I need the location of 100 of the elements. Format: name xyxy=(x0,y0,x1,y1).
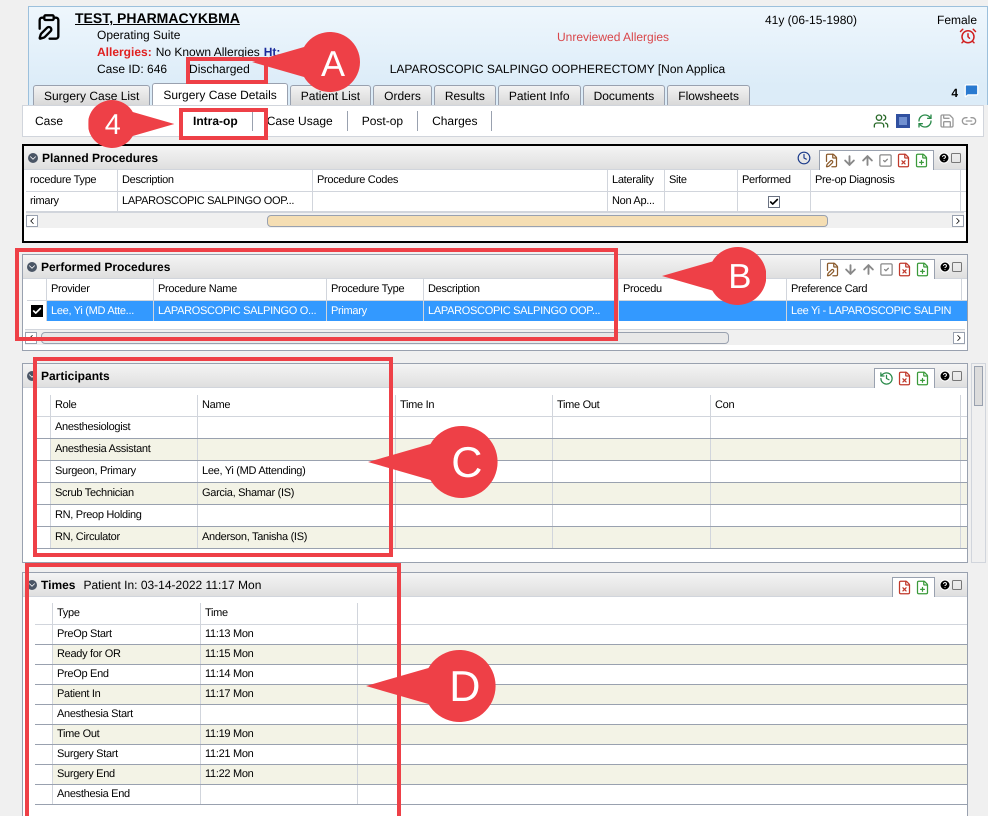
clock-icon[interactable] xyxy=(797,150,811,164)
maximize-icon[interactable] xyxy=(951,578,963,590)
sub-tab[interactable]: Charges xyxy=(418,111,492,131)
table-cell: Anderson, Tanisha (IS) xyxy=(198,527,396,548)
delete-row-icon[interactable] xyxy=(897,262,912,276)
column-header[interactable]: Provider xyxy=(47,279,154,300)
column-header[interactable]: Description xyxy=(424,279,619,300)
maximize-icon[interactable] xyxy=(951,260,963,272)
horizontal-scrollbar[interactable] xyxy=(26,212,964,228)
row-checkbox[interactable] xyxy=(30,305,42,317)
table-cell: PreOp End xyxy=(53,665,201,684)
maximize-icon[interactable] xyxy=(951,370,963,382)
users-icon[interactable] xyxy=(873,113,889,129)
table-cell: LAPAROSCOPIC SALPINGO OOP... xyxy=(118,192,313,211)
alarm-clock-icon[interactable] xyxy=(959,27,977,45)
column-header[interactable]: Name xyxy=(198,395,396,416)
column-header[interactable]: Time xyxy=(201,603,358,624)
tab[interactable]: Surgery Case Details xyxy=(152,83,288,105)
collapse-icon[interactable] xyxy=(28,152,38,162)
sub-tab[interactable]: Case Usage xyxy=(252,111,348,131)
allergy-alert[interactable]: Unreviewed Allergies xyxy=(557,28,670,46)
delete-row-icon[interactable] xyxy=(897,580,912,594)
table-cell-text: Lee Yi - LAPAROSCOPIC SALPIN xyxy=(790,304,952,319)
column-header[interactable]: Pre-op Diagnosis xyxy=(811,170,961,191)
delete-row-icon[interactable] xyxy=(897,370,912,386)
column-header[interactable]: Type xyxy=(53,603,201,624)
grid-icon[interactable] xyxy=(895,113,911,129)
tab[interactable]: Patient Info xyxy=(498,85,581,105)
check-icon[interactable] xyxy=(879,262,894,276)
table-cell: Surgeon, Primary xyxy=(51,461,198,482)
column-header[interactable]: Role xyxy=(51,395,198,416)
table-cell: Non Ap... xyxy=(608,192,665,211)
column-header[interactable]: Con xyxy=(711,395,961,416)
sub-tab[interactable]: Post-op xyxy=(348,111,418,131)
column-header[interactable]: Site xyxy=(665,170,738,191)
sub-tab[interactable]: Case xyxy=(33,111,66,131)
column-header[interactable]: Preference Card xyxy=(787,279,962,300)
add-row-icon[interactable] xyxy=(915,262,930,276)
help-icon[interactable] xyxy=(939,260,951,272)
callout-label: C xyxy=(451,442,482,486)
table-cell: Anesthesia Start xyxy=(53,705,201,724)
table-cell: 11:19 Mon xyxy=(201,725,358,744)
add-row-icon[interactable] xyxy=(915,580,930,594)
patient-name[interactable]: TEST, PHARMACYKBMA xyxy=(75,10,240,27)
help-icon[interactable] xyxy=(938,152,950,164)
column-header[interactable]: rocedure Type xyxy=(26,170,118,191)
tab[interactable]: Orders xyxy=(373,85,432,105)
vertical-scrollbar[interactable] xyxy=(971,363,986,563)
save-icon[interactable] xyxy=(939,113,955,129)
scroll-right-icon[interactable] xyxy=(952,214,964,226)
tab[interactable]: Surgery Case List xyxy=(33,85,150,105)
sex-text: Female xyxy=(936,12,977,29)
column-header[interactable]: Time In xyxy=(396,395,553,416)
column-header[interactable]: Procedu xyxy=(619,279,677,300)
table-cell: Anesthesiologist xyxy=(51,417,198,438)
add-row-icon[interactable] xyxy=(915,370,930,386)
add-row-icon[interactable] xyxy=(914,152,929,168)
tab[interactable]: Documents xyxy=(582,85,666,105)
arrow-down-icon[interactable] xyxy=(843,262,858,276)
performed-checkbox[interactable] xyxy=(768,196,780,208)
sub-tab[interactable]: Intra-op xyxy=(179,111,253,131)
table-cell: LAPAROSCOPIC SALPINGO OOP... xyxy=(424,301,619,321)
column-header[interactable]: Performed xyxy=(738,170,811,191)
allergies-label: Allergies: xyxy=(97,44,152,61)
table-cell: Surgery Start xyxy=(53,745,201,764)
column-header[interactable]: Description xyxy=(118,170,313,191)
column-header[interactable]: Procedure Codes xyxy=(313,170,608,191)
edit-icon[interactable] xyxy=(824,152,839,168)
case-id: Case ID: 646 xyxy=(97,61,168,78)
table-cell: Ready for OR xyxy=(53,645,201,664)
edit-icon[interactable] xyxy=(825,262,840,276)
maximize-icon[interactable] xyxy=(950,152,962,164)
scroll-right-icon[interactable] xyxy=(953,332,965,344)
table-cell: Garcia, Shamar (IS) xyxy=(198,483,396,504)
panel-subtitle: Patient In: 03-14-2022 11:17 Mon xyxy=(83,576,262,594)
tab[interactable]: Results xyxy=(434,85,496,105)
column-header[interactable]: Procedure Name xyxy=(154,279,327,300)
help-icon[interactable] xyxy=(939,578,951,590)
refresh-icon[interactable] xyxy=(917,113,933,129)
table-cell: Lee, Yi (MD Atte... xyxy=(47,301,154,321)
table-cell: Scrub Technician xyxy=(51,483,198,504)
tab[interactable]: Flowsheets xyxy=(667,85,750,105)
table-cell: 11:22 Mon xyxy=(201,765,358,784)
help-icon[interactable] xyxy=(939,370,951,382)
callout-label: D xyxy=(449,666,480,710)
scroll-left-icon[interactable] xyxy=(26,214,38,226)
column-header[interactable]: Time Out xyxy=(553,395,711,416)
panel-title: Planned Procedures xyxy=(42,150,158,166)
arrow-down-icon[interactable] xyxy=(842,152,857,168)
delete-row-icon[interactable] xyxy=(896,152,911,168)
table-cell: Anesthesia End xyxy=(53,785,201,804)
message-icon[interactable] xyxy=(964,83,979,98)
history-icon[interactable] xyxy=(879,370,894,386)
table-cell: 11:15 Mon xyxy=(201,645,358,664)
collapse-icon[interactable] xyxy=(27,262,37,272)
table-cell: rimary xyxy=(26,192,118,211)
column-header[interactable]: Procedure Type xyxy=(327,279,424,300)
table-cell: 11:14 Mon xyxy=(201,665,358,684)
column-header[interactable]: Laterality xyxy=(608,170,665,191)
check-icon[interactable] xyxy=(878,152,893,168)
